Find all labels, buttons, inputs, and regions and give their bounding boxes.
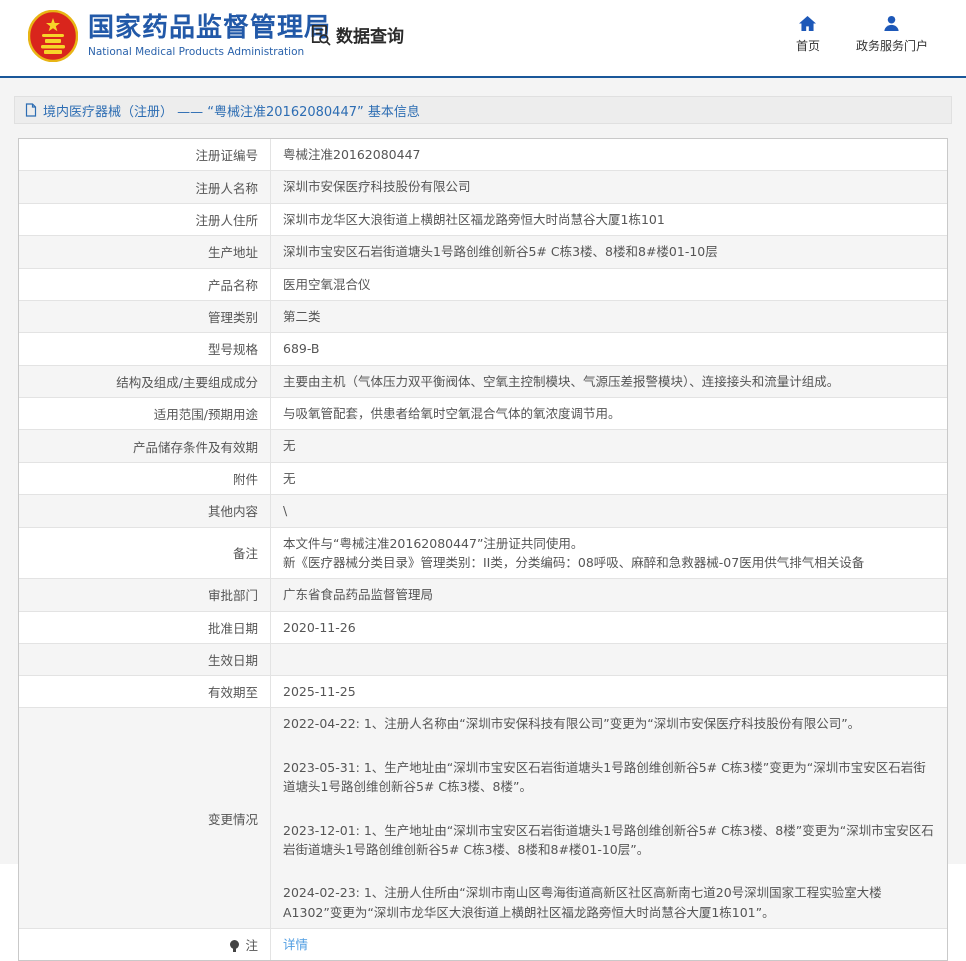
site-header: 国家药品监督管理局 National Medical Products Admi…	[0, 0, 966, 76]
row-label: 适用范围/预期用途	[19, 398, 271, 429]
national-emblem-icon	[28, 10, 78, 62]
row-label: 注	[19, 929, 271, 960]
table-row: 注册证编号粤械注准20162080447	[19, 139, 947, 171]
document-icon	[25, 103, 37, 117]
row-label: 生产地址	[19, 236, 271, 267]
row-value: 深圳市宝安区石岩街道塘头1号路创维创新谷5# C栋3楼、8楼和8#楼01-10层	[271, 236, 947, 267]
row-value: 本文件与“粤械注准20162080447”注册证共同使用。新《医疗器械分类目录》…	[271, 528, 947, 579]
value-paragraph: 本文件与“粤械注准20162080447”注册证共同使用。	[283, 534, 935, 553]
brand-subtitle: National Medical Products Administration	[88, 46, 331, 58]
value-paragraph: 2023-12-01: 1、生产地址由“深圳市宝安区石岩街道塘头1号路创维创新谷…	[283, 821, 935, 860]
row-value: \	[271, 495, 947, 526]
value-paragraph: 2023-05-31: 1、生产地址由“深圳市宝安区石岩街道塘头1号路创维创新谷…	[283, 758, 935, 797]
row-label: 管理类别	[19, 301, 271, 332]
row-label: 其他内容	[19, 495, 271, 526]
table-row: 注册人住所深圳市龙华区大浪街道上横朗社区福龙路旁恒大时尚慧谷大厦1栋101	[19, 204, 947, 236]
value-paragraph: 2024-02-23: 1、注册人住所由“深圳市南山区粤海街道高新区社区高新南七…	[283, 883, 935, 922]
brand-title: 国家药品监督管理局	[88, 14, 331, 44]
table-row: 备注本文件与“粤械注准20162080447”注册证共同使用。新《医疗器械分类目…	[19, 528, 947, 580]
home-icon	[798, 15, 817, 32]
data-query-icon	[308, 23, 331, 46]
row-label: 有效期至	[19, 676, 271, 707]
table-row: 批准日期2020-11-26	[19, 612, 947, 644]
table-row: 审批部门广东省食品药品监督管理局	[19, 579, 947, 611]
row-value: 深圳市龙华区大浪街道上横朗社区福龙路旁恒大时尚慧谷大厦1栋101	[271, 204, 947, 235]
row-label: 注册人住所	[19, 204, 271, 235]
row-value: 第二类	[271, 301, 947, 332]
table-row: 生产地址深圳市宝安区石岩街道塘头1号路创维创新谷5# C栋3楼、8楼和8#楼01…	[19, 236, 947, 268]
row-value: 广东省食品药品监督管理局	[271, 579, 947, 610]
table-row: 结构及组成/主要组成成分主要由主机（气体压力双平衡阀体、空氧主控制模块、气源压差…	[19, 366, 947, 398]
table-row: 产品储存条件及有效期无	[19, 430, 947, 462]
user-icon	[882, 15, 901, 32]
row-label: 注册人名称	[19, 171, 271, 202]
row-label: 产品储存条件及有效期	[19, 430, 271, 461]
row-value: 详情	[271, 929, 947, 960]
value-paragraph: 2022-04-22: 1、注册人名称由“深圳市安保科技有限公司”变更为“深圳市…	[283, 714, 935, 733]
row-value: 2022-04-22: 1、注册人名称由“深圳市安保科技有限公司”变更为“深圳市…	[271, 708, 947, 928]
row-value: 主要由主机（气体压力双平衡阀体、空氧主控制模块、气源压差报警模块）、连接接头和流…	[271, 366, 947, 397]
nav-portal[interactable]: 政务服务门户	[856, 15, 928, 54]
table-row: 注详情	[19, 929, 947, 960]
row-value: 医用空氧混合仪	[271, 269, 947, 300]
page-title: 境内医疗器械（注册） —— “粤械注准20162080447” 基本信息	[43, 101, 420, 120]
row-value: 粤械注准20162080447	[271, 139, 947, 170]
row-label: 产品名称	[19, 269, 271, 300]
row-label: 批准日期	[19, 612, 271, 643]
row-value: 2025-11-25	[271, 676, 947, 707]
table-row: 变更情况 2022-04-22: 1、注册人名称由“深圳市安保科技有限公司”变更为…	[19, 708, 947, 929]
page-title-bar: 境内医疗器械（注册） —— “粤械注准20162080447” 基本信息	[14, 96, 952, 124]
row-value: 无	[271, 430, 947, 461]
row-value: 与吸氧管配套，供患者给氧时空氧混合气体的氧浓度调节用。	[271, 398, 947, 429]
table-row: 型号规格689-B	[19, 333, 947, 365]
table-row: 注册人名称深圳市安保医疗科技股份有限公司	[19, 171, 947, 203]
row-value: 2020-11-26	[271, 612, 947, 643]
detail-link[interactable]: 详情	[283, 935, 935, 954]
row-label: 备注	[19, 528, 271, 579]
table-row: 产品名称医用空氧混合仪	[19, 269, 947, 301]
info-table: 注册证编号粤械注准20162080447注册人名称深圳市安保医疗科技股份有限公司…	[18, 138, 948, 961]
row-label: 变更情况	[19, 708, 271, 928]
row-label: 生效日期	[19, 644, 271, 675]
nav-portal-label: 政务服务门户	[856, 37, 928, 54]
nav-home-label: 首页	[796, 37, 820, 54]
table-row: 附件无	[19, 463, 947, 495]
row-value: 无	[271, 463, 947, 494]
top-nav: 首页 政务服务门户	[796, 15, 928, 54]
row-value: 689-B	[271, 333, 947, 364]
row-label: 型号规格	[19, 333, 271, 364]
table-row: 生效日期	[19, 644, 947, 676]
value-paragraph: 新《医疗器械分类目录》管理类别：II类，分类编码：08呼吸、麻醉和急救器械-07…	[283, 553, 935, 572]
note-icon	[230, 940, 239, 949]
table-row: 适用范围/预期用途与吸氧管配套，供患者给氧时空氧混合气体的氧浓度调节用。	[19, 398, 947, 430]
nav-home[interactable]: 首页	[796, 15, 820, 54]
page-content: 境内医疗器械（注册） —— “粤械注准20162080447” 基本信息 注册证…	[0, 78, 966, 864]
row-value	[271, 644, 947, 675]
row-value: 深圳市安保医疗科技股份有限公司	[271, 171, 947, 202]
row-label: 审批部门	[19, 579, 271, 610]
table-row: 其他内容\	[19, 495, 947, 527]
row-label: 附件	[19, 463, 271, 494]
site-logo[interactable]: 国家药品监督管理局 National Medical Products Admi…	[28, 10, 331, 62]
data-query-label: 数据查询	[336, 22, 404, 47]
data-query-nav[interactable]: 数据查询	[308, 22, 404, 47]
table-row: 有效期至2025-11-25	[19, 676, 947, 708]
row-label: 结构及组成/主要组成成分	[19, 366, 271, 397]
table-row: 管理类别第二类	[19, 301, 947, 333]
row-label: 注册证编号	[19, 139, 271, 170]
